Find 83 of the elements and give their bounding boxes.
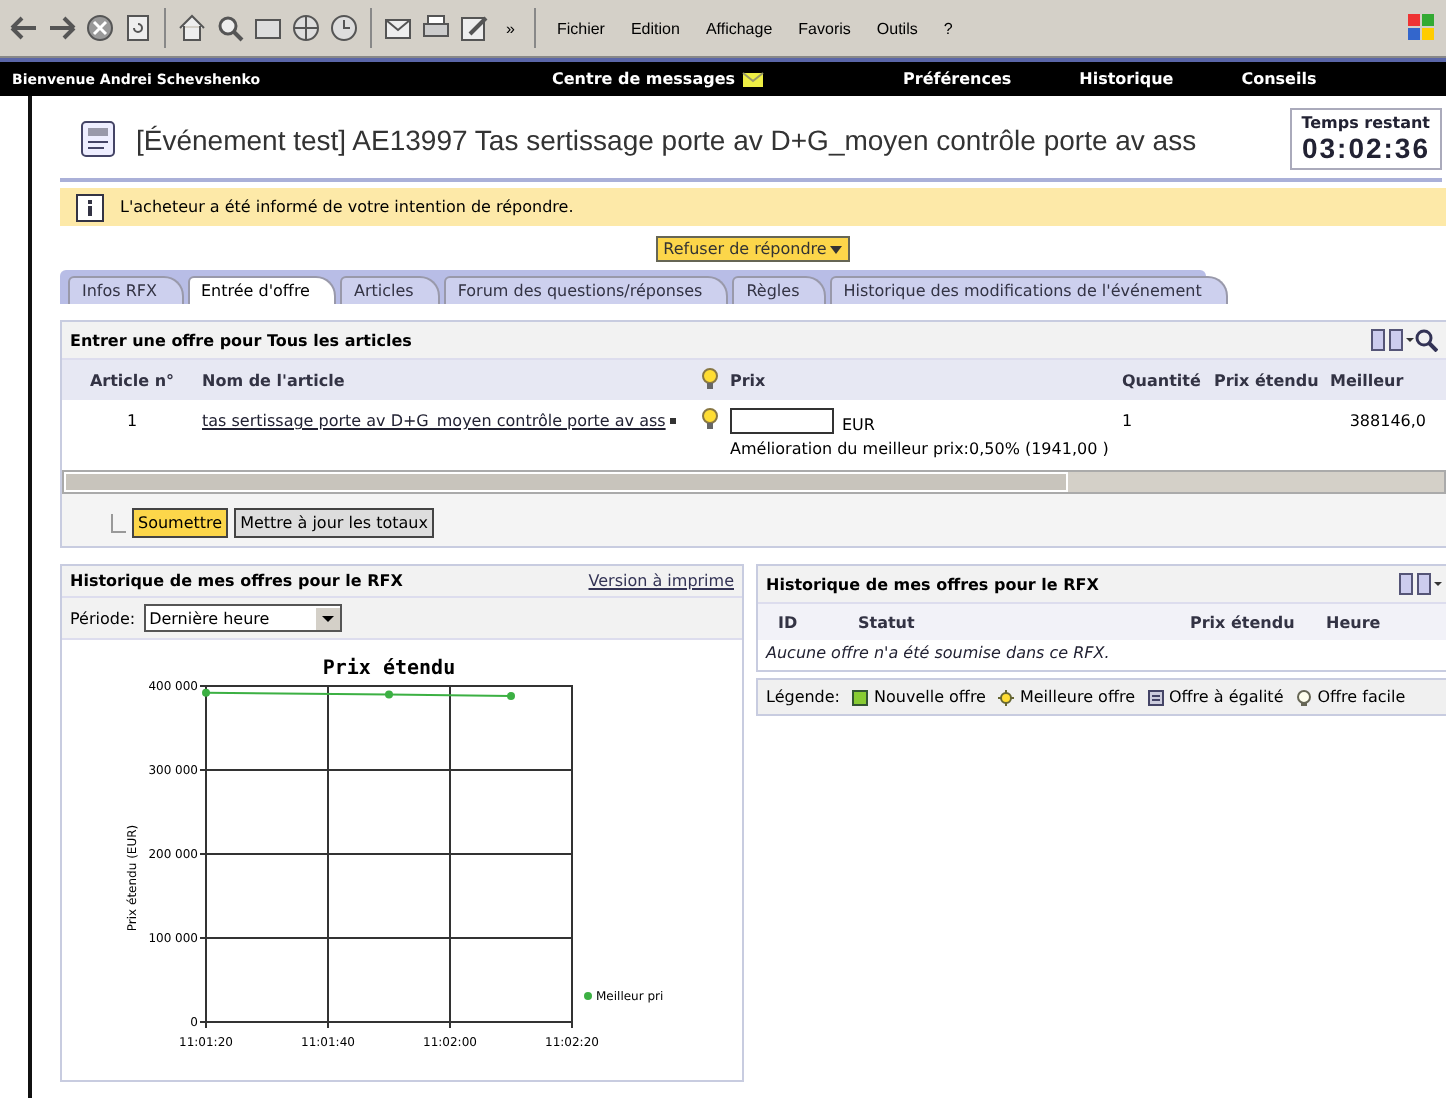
menu-item[interactable]: Affichage xyxy=(695,19,783,37)
equal-square-icon xyxy=(1147,689,1163,705)
panel-title: Historique de mes offres pour le RFX xyxy=(766,575,1099,593)
tab[interactable]: Règles xyxy=(732,276,826,304)
caret-icon xyxy=(669,417,678,425)
empty-message: Aucune offre n'a été soumise dans ce RFX. xyxy=(763,642,1112,666)
notice-text: L'acheteur a été informé de votre intention de répondre. xyxy=(120,198,574,216)
chart-title: Prix étendu xyxy=(322,658,456,680)
lightbulb-icon xyxy=(702,367,718,389)
column-header: Heure xyxy=(1326,613,1383,631)
price-field[interactable] xyxy=(730,408,834,434)
timer-value: 03:02:36 xyxy=(1301,132,1430,164)
tab[interactable]: Entrée d'offre xyxy=(187,276,336,304)
data-point xyxy=(385,690,393,699)
edit-icon[interactable] xyxy=(458,12,490,44)
horizontal-scrollbar[interactable] xyxy=(62,470,1446,494)
column-header: Prix xyxy=(728,371,768,389)
legend-label: Légende: xyxy=(766,688,841,706)
column-header: Prix étendu xyxy=(1212,371,1321,389)
columns-icon[interactable] xyxy=(1398,572,1442,596)
menu-item[interactable]: Fichier xyxy=(546,19,615,37)
action-button[interactable]: Soumettre xyxy=(132,508,229,538)
envelope-icon xyxy=(741,71,764,87)
legend-item: Meilleure offre xyxy=(1019,688,1135,706)
nav-link[interactable]: Conseils xyxy=(1241,70,1317,88)
menu-item[interactable]: ? xyxy=(933,19,963,37)
column-header: Quantité xyxy=(1120,371,1203,389)
column-header: ID xyxy=(778,613,800,631)
refresh-icon[interactable] xyxy=(122,12,154,44)
flag-logo-icon xyxy=(1406,12,1438,44)
print-link[interactable]: Version à imprime xyxy=(588,572,734,590)
table-cell-text: 1 xyxy=(124,412,140,430)
table-cell-text: 388146,0 xyxy=(1347,412,1426,430)
menu-item[interactable]: Outils xyxy=(866,19,928,37)
nav-link[interactable]: Préférences xyxy=(903,70,1012,88)
info-window-icon xyxy=(76,117,120,161)
tab[interactable]: Infos RFX xyxy=(68,276,183,304)
nav-link[interactable]: Historique xyxy=(1079,70,1174,88)
sun-icon xyxy=(997,689,1014,705)
tab[interactable]: Forum des questions/réponses xyxy=(443,276,729,304)
forward-arrow-icon[interactable] xyxy=(46,12,78,44)
toolbar-overflow[interactable]: » xyxy=(496,19,525,37)
action-button[interactable]: Mettre à jour les totaux xyxy=(234,508,434,538)
lightbulb-icon xyxy=(1295,689,1312,705)
legend-item: Offre à égalité xyxy=(1169,688,1284,706)
globe-icon[interactable] xyxy=(290,12,322,44)
search-icon[interactable] xyxy=(214,12,246,44)
tab[interactable]: Historique des modifications de l'événement xyxy=(829,276,1228,304)
stop-icon[interactable] xyxy=(84,12,116,44)
caret-icon xyxy=(830,245,843,253)
column-header: Meilleur xyxy=(1328,371,1406,389)
panel-title: Entrer une offre pour Tous les articles xyxy=(70,331,414,349)
event-title: [Événement test] AE13997 Tas sertissage porte av D+G_moyen contrôle porte av ass xyxy=(136,123,1199,155)
improvement-text: Amélioration du meilleur prix:0,50% (1941,00 ) xyxy=(728,438,1111,462)
home-icon[interactable] xyxy=(176,12,208,44)
nav-link[interactable]: Centre de messages xyxy=(552,70,764,88)
columns-icon[interactable] xyxy=(1370,328,1414,352)
menu-item[interactable]: Edition xyxy=(620,19,690,37)
column-header: Statut xyxy=(858,613,917,631)
search-icon[interactable] xyxy=(1414,328,1438,352)
lightbulb-icon xyxy=(702,408,718,430)
menu-item[interactable]: Favoris xyxy=(788,19,861,37)
data-point xyxy=(507,692,515,701)
column-header: Prix étendu xyxy=(1190,613,1297,631)
item-link[interactable]: tas sertissage porte av D+G_moyen contrôle porte av ass xyxy=(202,412,694,430)
panel-title: Historique de mes offres pour le RFX xyxy=(70,572,403,590)
square-icon xyxy=(852,689,869,705)
column-header: Nom de l'article xyxy=(200,371,347,389)
column-header: Article n° xyxy=(87,371,177,389)
corner-line-icon xyxy=(110,513,126,533)
table-cell-text: 1 xyxy=(1120,412,1135,430)
period-dropdown[interactable]: Dernière heure xyxy=(143,604,342,632)
currency-label: EUR xyxy=(842,416,875,434)
legend-item: Offre facile xyxy=(1317,688,1406,706)
timer-label: Temps restant xyxy=(1301,114,1430,132)
legend-item: Nouvelle offre xyxy=(874,688,986,706)
info-icon xyxy=(76,193,104,221)
tab[interactable]: Articles xyxy=(339,276,440,304)
data-point xyxy=(202,688,210,697)
decline-button[interactable]: Refuser de répondre xyxy=(655,236,851,262)
back-arrow-icon[interactable] xyxy=(8,12,40,44)
period-label: Période: xyxy=(70,609,136,627)
clock-icon[interactable] xyxy=(328,12,360,44)
